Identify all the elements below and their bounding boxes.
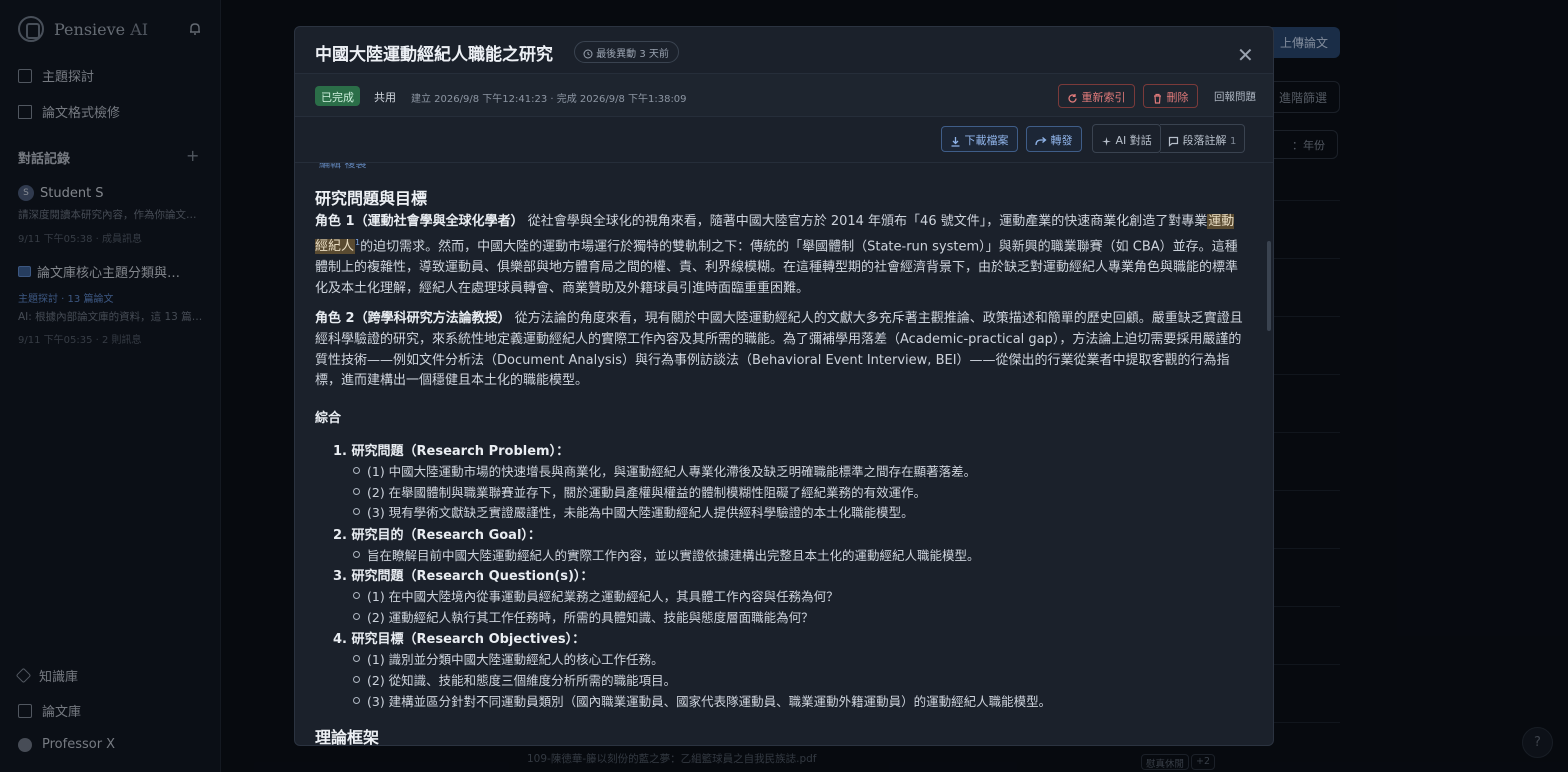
clock-icon bbox=[583, 49, 593, 59]
ai-chat-label: AI 對話 bbox=[1115, 134, 1152, 147]
summary-heading: 綜合 bbox=[315, 411, 342, 426]
role1-text-b: 的迫切需求。然而，中國大陸的運動市場運行於獨特的雙軌制之下：傳統的「舉國體制（S… bbox=[315, 239, 1239, 296]
section-heading: 研究問題與目標 bbox=[315, 189, 428, 208]
status-badge: 已完成 bbox=[315, 86, 360, 106]
list-subitem: 旨在瞭解目前中國大陸運動經紀人的實際工作內容，並以實證依據建構出完整且本土化的運… bbox=[353, 545, 980, 564]
timestamps: 建立 2026/9/8 下午12:41:23 · 完成 2026/9/8 下午1… bbox=[411, 94, 687, 105]
list-item: 3. 研究問題（Research Question(s)）： bbox=[333, 569, 594, 584]
annotation-count: 1 bbox=[1230, 136, 1237, 147]
list-item: 2. 研究目的（Research Goal）： bbox=[333, 528, 541, 543]
last-modified-badge: 最後異動 3 天前 bbox=[574, 41, 679, 63]
forward-button[interactable]: 轉發 bbox=[1026, 126, 1082, 152]
delete-label: 刪除 bbox=[1166, 91, 1189, 104]
section-heading: 理論框架 bbox=[315, 728, 380, 746]
close-icon[interactable]: ✕ bbox=[1237, 43, 1254, 67]
download-label: 下載檔案 bbox=[964, 134, 1009, 147]
meta-bar: 已完成 共用 建立 2026/9/8 下午12:41:23 · 完成 2026/… bbox=[295, 73, 1273, 117]
paper-title: 中國大陸運動經紀人職能之研究 bbox=[315, 45, 553, 65]
comment-icon bbox=[1168, 136, 1179, 147]
reindex-button[interactable]: 重新索引 bbox=[1058, 84, 1135, 108]
sparkle-icon bbox=[1102, 136, 1111, 146]
role1-heading: 角色 1（運動社會學與全球化學者） bbox=[315, 214, 524, 229]
edit-copy-links[interactable]: 編輯 複製 bbox=[319, 163, 367, 171]
list-item: 4. 研究目標（Research Objectives）： bbox=[333, 632, 586, 647]
refresh-icon bbox=[1068, 93, 1077, 103]
role1-text-a: 從社會學與全球化的視角來看，隨著中國大陸官方於 2014 年頒布「46 號文件」… bbox=[523, 214, 1208, 229]
list-subitem: (1) 在中國大陸境內從事運動員經紀業務之運動經紀人，其具體工作內容與任務為何？ bbox=[353, 586, 839, 605]
scrollbar[interactable] bbox=[1267, 241, 1271, 331]
list-subitem: (2) 運動經紀人執行其工作任務時，所需的具體知識、技能與態度層面職能為何？ bbox=[353, 607, 814, 626]
list-item: 1. 研究問題（Research Problem）： bbox=[333, 444, 570, 459]
ai-chat-button[interactable]: AI 對話 bbox=[1092, 124, 1161, 153]
last-modified-text: 最後異動 3 天前 bbox=[596, 49, 669, 60]
share-badge: 共用 bbox=[374, 91, 396, 104]
annotation-label: 段落註解 bbox=[1182, 134, 1227, 147]
list-subitem: (2) 在舉國體制與職業聯賽並存下，關於運動員產權與權益的體制模糊性阻礙了經紀業… bbox=[352, 482, 926, 501]
role2-heading: 角色 2（跨學科研究方法論教授） bbox=[315, 311, 511, 326]
download-icon bbox=[951, 136, 960, 147]
paragraph-role1: 角色 1（運動社會學與全球化學者） 從社會學與全球化的視角來看，隨著中國大陸官方… bbox=[315, 212, 1245, 300]
trash-icon bbox=[1154, 93, 1161, 104]
list-subitem: (3) 現有學術文獻缺乏實證嚴謹性，未能為中國大陸運動經紀人提供經科學驗證的本土… bbox=[353, 502, 914, 521]
paper-detail-modal: 中國大陸運動經紀人職能之研究 最後異動 3 天前 ✕ 已完成 共用 建立 202… bbox=[294, 26, 1274, 746]
list-subitem: (2) 從知識、技能和態度三個維度分析所需的職能項目。 bbox=[352, 670, 676, 689]
list-subitem: (3) 建構並區分針對不同運動員類別（國內職業運動員、國家代表隊運動員、職業運動… bbox=[352, 691, 1051, 710]
forward-icon bbox=[1035, 136, 1047, 145]
list-subitem: (1) 中國大陸運動市場的快速增長與商業化，與運動經紀人專業化滯後及缺乏明確職能… bbox=[352, 461, 976, 480]
action-bar: 下載檔案 轉發 AI 對話 段落註解 1 bbox=[295, 117, 1273, 163]
report-issue-button[interactable]: 回報問題 bbox=[1214, 89, 1256, 104]
delete-button[interactable]: 刪除 bbox=[1143, 84, 1198, 108]
reindex-label: 重新索引 bbox=[1081, 91, 1126, 104]
list-subitem: (1) 識別並分類中國大陸運動經紀人的核心工作任務。 bbox=[353, 649, 664, 668]
download-button[interactable]: 下載檔案 bbox=[941, 126, 1018, 152]
paragraph-role2: 角色 2（跨學科研究方法論教授） 從方法論的角度來看，現有關於中國大陸運動經紀人… bbox=[315, 309, 1245, 392]
forward-label: 轉發 bbox=[1050, 134, 1073, 147]
paper-content: 編輯 複製 研究問題與目標 角色 1（運動社會學與全球化學者） 從社會學與全球化… bbox=[315, 163, 1245, 746]
annotation-button[interactable]: 段落註解 1 bbox=[1160, 124, 1246, 153]
